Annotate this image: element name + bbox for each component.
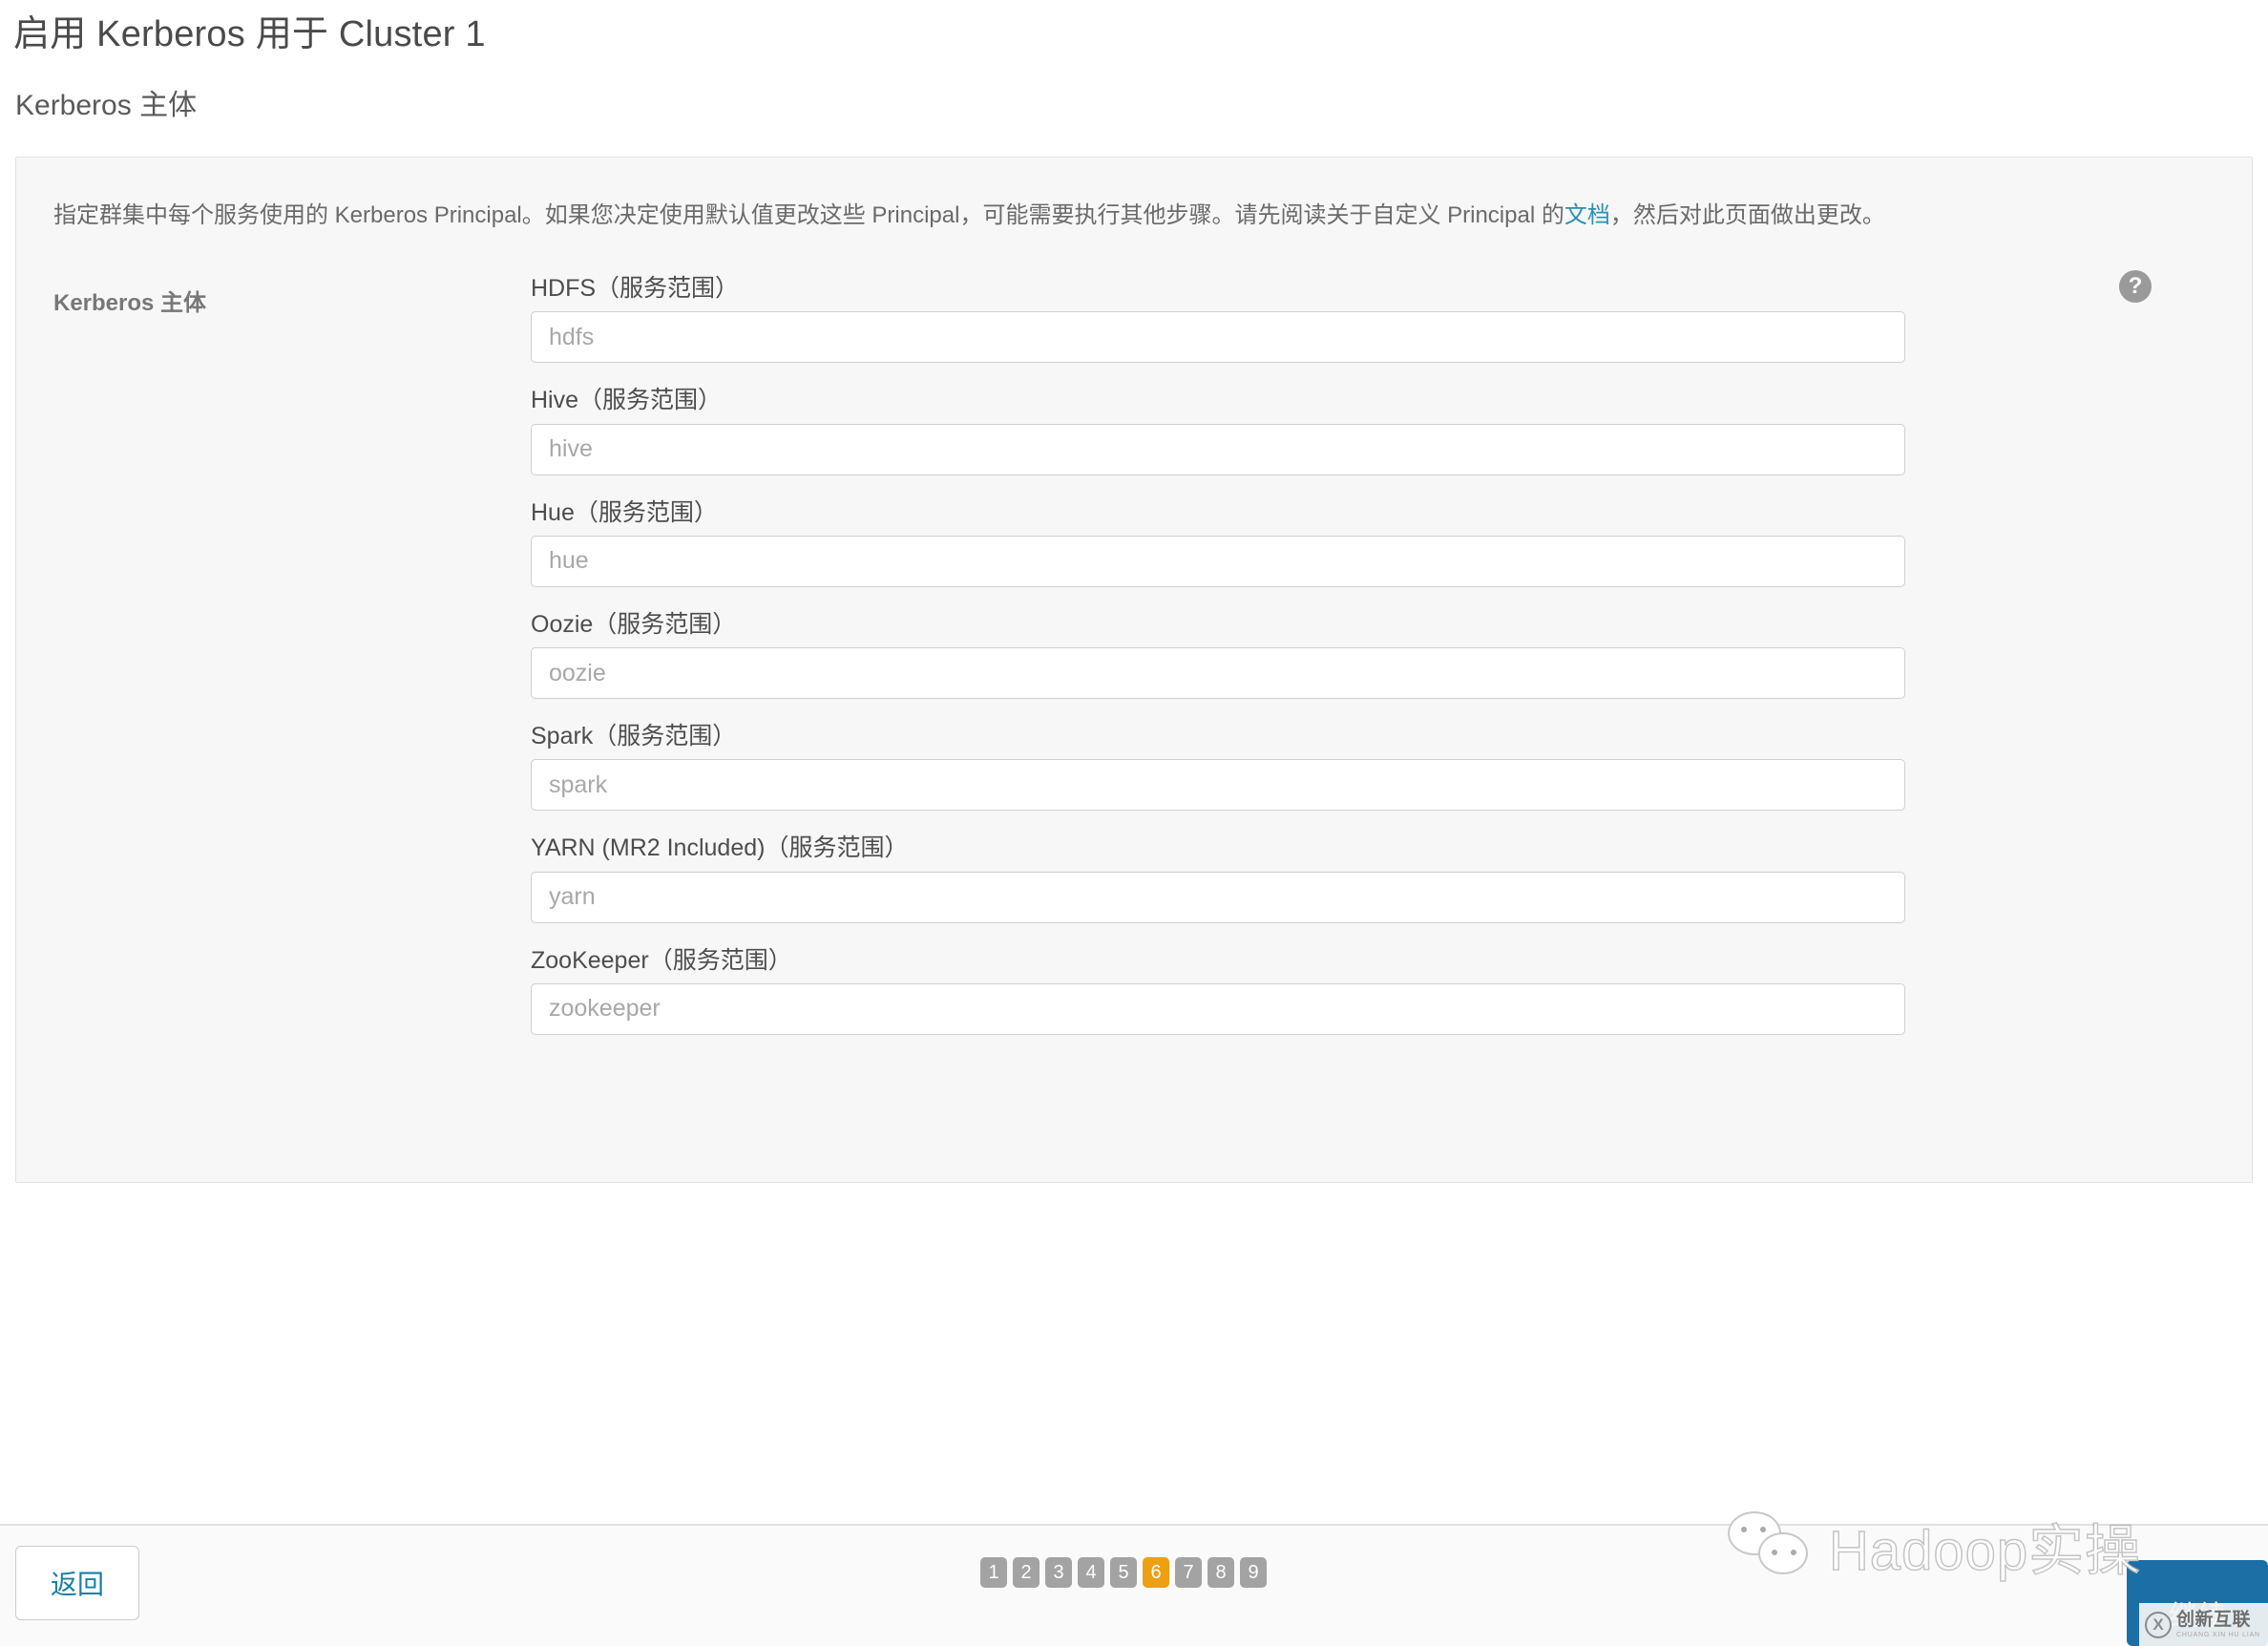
panel-description-text-before-link: 指定群集中每个服务使用的 Kerberos Principal。如果您决定使用默… xyxy=(53,202,1564,228)
pagination-step-2[interactable]: 2 xyxy=(1013,1557,1040,1588)
pagination-step-4[interactable]: 4 xyxy=(1078,1557,1104,1588)
help-icon[interactable]: ? xyxy=(2119,270,2152,303)
field-label-hive: Hive（服务范围） xyxy=(531,387,723,414)
pagination-step-8[interactable]: 8 xyxy=(1208,1557,1234,1588)
pagination-step-1[interactable]: 1 xyxy=(980,1557,1007,1588)
panel-description-text-after-link: ，然后对此页面做出更改。 xyxy=(1609,202,1885,228)
field-yarn: YARN (MR2 Included)（服务范围） xyxy=(531,834,1905,923)
wizard-pagination: 1 2 3 4 5 6 7 8 9 xyxy=(980,1557,1267,1588)
field-label-hdfs: HDFS（服务范围） xyxy=(531,275,740,302)
yarn-principal-input[interactable] xyxy=(531,871,1905,923)
pagination-step-5[interactable]: 5 xyxy=(1110,1557,1137,1588)
spark-principal-input[interactable] xyxy=(531,759,1905,812)
kerberos-principals-panel: 指定群集中每个服务使用的 Kerberos Principal。如果您决定使用默… xyxy=(15,157,2253,1183)
field-zookeeper: ZooKeeper（服务范围） xyxy=(531,946,1905,1035)
pagination-step-6[interactable]: 6 xyxy=(1143,1557,1169,1588)
field-oozie: Oozie（服务范围） xyxy=(531,610,1905,699)
field-hive: Hive（服务范围） xyxy=(531,386,1905,475)
page-subtitle: Kerberos 主体 xyxy=(15,90,198,121)
panel-description: 指定群集中每个服务使用的 Kerberos Principal。如果您决定使用默… xyxy=(53,200,2216,233)
field-label-hue: Hue（服务范围） xyxy=(531,498,718,526)
principal-fields-list: HDFS（服务范围） Hive（服务范围） Hue（服务范围） Oozie（服务… xyxy=(531,274,1905,1035)
hive-principal-input[interactable] xyxy=(531,423,1905,475)
hue-principal-input[interactable] xyxy=(531,535,1905,587)
zookeeper-principal-input[interactable] xyxy=(531,982,1905,1035)
field-label-zookeeper: ZooKeeper（服务范围） xyxy=(531,946,792,974)
field-hdfs: HDFS（服务范围） xyxy=(531,274,1905,364)
kerberos-principals-wizard-page: 启用 Kerberos 用于 Cluster 1 Kerberos 主体 指定群… xyxy=(0,0,2268,1646)
pagination-step-3[interactable]: 3 xyxy=(1045,1557,1072,1588)
field-hue: Hue（服务范围） xyxy=(531,498,1905,587)
field-label-oozie: Oozie（服务范围） xyxy=(531,610,737,638)
field-spark: Spark（服务范围） xyxy=(531,722,1905,812)
field-label-spark: Spark（服务范围） xyxy=(531,723,737,749)
documentation-link[interactable]: 文档 xyxy=(1564,202,1610,228)
section-label-kerberos-principals: Kerberos 主体 xyxy=(53,290,207,316)
hdfs-principal-input[interactable] xyxy=(531,311,1905,364)
footer-divider xyxy=(0,1524,2268,1526)
page-title: 启用 Kerberos 用于 Cluster 1 xyxy=(13,14,486,54)
pagination-step-9[interactable]: 9 xyxy=(1240,1557,1267,1588)
oozie-principal-input[interactable] xyxy=(531,647,1905,699)
pagination-step-7[interactable]: 7 xyxy=(1175,1557,1202,1588)
field-label-yarn: YARN (MR2 Included)（服务范围） xyxy=(531,834,909,862)
back-button[interactable]: 返回 xyxy=(15,1546,139,1620)
continue-button[interactable]: 继续 xyxy=(2127,1560,2268,1646)
